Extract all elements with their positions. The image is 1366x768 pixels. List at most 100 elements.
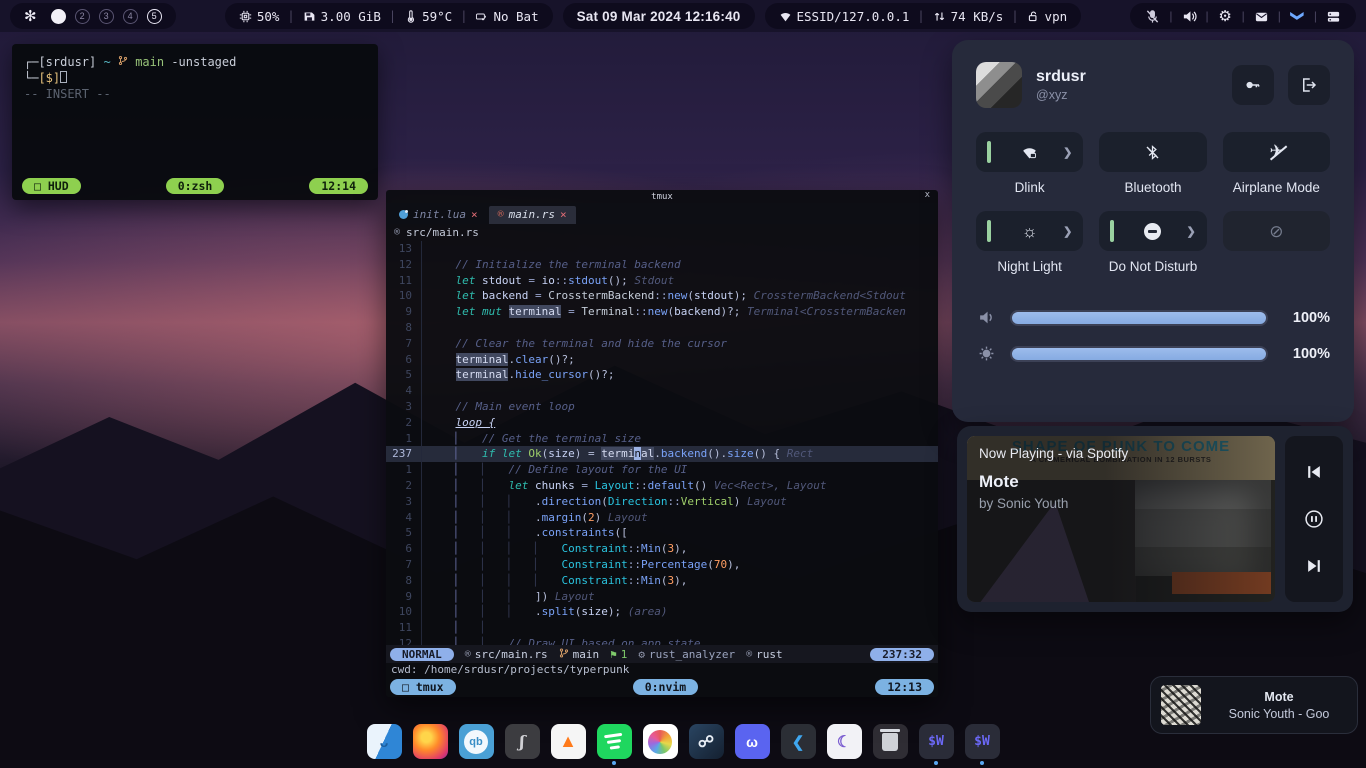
running-indicator [474, 761, 478, 765]
editor-window[interactable]: tmux x init.lua×®main.rs× ® src/main.rs … [386, 190, 938, 697]
lua-icon [399, 210, 408, 219]
spotify-icon[interactable] [597, 724, 632, 759]
pause-icon [1304, 509, 1324, 529]
chevron-down-icon[interactable]: ❯ [1289, 8, 1306, 25]
active-indicator-bar [1110, 220, 1114, 242]
buffer-tab-init.lua[interactable]: init.lua× [390, 206, 487, 224]
qbittorrent-icon[interactable]: qb [459, 724, 494, 759]
tab-close-icon[interactable]: × [471, 208, 478, 221]
circle-slash-icon: ⊘ [1269, 223, 1283, 240]
control-center-panel: srdusr @xyz ❯DlinkBluetooth✈Airplane Mod… [952, 40, 1354, 422]
vpn-stat[interactable]: vpn [1027, 9, 1068, 24]
workspace-indicator-1[interactable] [51, 9, 66, 24]
quick-toggle-night-light: ☼❯Night Light [976, 211, 1083, 276]
quick-toggle-airplane-mode: ✈Airplane Mode [1223, 132, 1330, 197]
statusline-lsp: ⚙rust_analyzer [638, 648, 735, 661]
workspace-indicator-4[interactable]: 4 [123, 9, 138, 24]
tmux-window-pill[interactable]: 0:nvim [633, 679, 699, 695]
tmux-session-pill[interactable]: □ tmux [390, 679, 456, 695]
blank-toggle-button[interactable]: ⊘ [1223, 211, 1330, 251]
dock-item-firefox [413, 724, 448, 765]
temperature-stat: 59°C [404, 9, 452, 24]
previous-track-button[interactable] [1304, 462, 1324, 482]
buffer-tab-main.rs[interactable]: ®main.rs× [489, 206, 576, 224]
code-line: 3 // Main event loop [386, 399, 938, 415]
code-line: 2 loop { [386, 415, 938, 431]
displays-icon[interactable] [1325, 8, 1342, 25]
airplane-mode-toggle-button[interactable]: ✈ [1223, 132, 1330, 172]
bluetooth-toggle-button[interactable] [1099, 132, 1206, 172]
statusline-branch: main [559, 648, 600, 661]
running-indicator [888, 761, 892, 765]
running-indicator [842, 761, 846, 765]
trash-icon[interactable] [873, 724, 908, 759]
lock-keys-button[interactable] [1232, 65, 1274, 105]
code-line: 237 ▏ if let Ok(size) = terminal.backend… [386, 446, 938, 462]
swirl-app-icon[interactable]: ʃ [505, 724, 540, 759]
notification-title: Mote [1211, 690, 1347, 704]
dock-item-trash [873, 724, 908, 765]
sw-terminal-1-icon[interactable]: $W [919, 724, 954, 759]
wifi-stat[interactable]: ESSID/127.0.0.1 [779, 9, 910, 24]
purple-music-app-icon[interactable]: ☾ [827, 724, 862, 759]
code-editor-area[interactable]: 1312 // Initialize the terminal backend1… [386, 241, 938, 645]
volume-icon [976, 309, 996, 326]
night-light-toggle-button[interactable]: ☼❯ [976, 211, 1083, 251]
toggle-label: Bluetooth [1124, 180, 1181, 197]
running-indicator [796, 761, 800, 765]
firefox-icon[interactable] [413, 724, 448, 759]
distro-logo-icon[interactable]: ✻ [24, 7, 37, 25]
steam-icon[interactable]: ☍ [689, 724, 724, 759]
vlc-icon[interactable]: ▲ [551, 724, 586, 759]
running-indicator [980, 761, 984, 765]
album-art[interactable]: SHAPE OF PUNK TO COME A CHIMERICAL BOMBI… [967, 436, 1275, 602]
discord-icon[interactable]: ω [735, 724, 770, 759]
workspace-indicator-3[interactable]: 3 [99, 9, 114, 24]
nvim-statusline: NORMAL ®src/main.rs main ⚑1 ⚙rust_analyz… [386, 645, 938, 663]
rust-icon: ® [498, 209, 504, 220]
quick-toggle-dlink: ❯Dlink [976, 132, 1083, 197]
minus-circle-icon [1144, 223, 1161, 240]
next-track-button[interactable] [1304, 556, 1324, 576]
cpu-icon [239, 10, 252, 23]
pause-button[interactable] [1304, 509, 1324, 529]
clock-group[interactable]: Sat 09 Mar 2024 12:16:40 [563, 3, 755, 29]
quick-toggle-blank: ⊘ [1223, 211, 1330, 276]
hud-terminal-window[interactable]: ┌─[srdusr] ~ main -unstaged └─[$] -- INS… [12, 44, 378, 200]
terminal-prompt-line1: ┌─[srdusr] ~ main -unstaged [24, 54, 366, 70]
workspace-indicator-5[interactable]: 5 [147, 9, 162, 24]
code-line: 12 ▏ ▏ // Draw UI based on app state [386, 636, 938, 645]
window-close-button[interactable]: x [925, 190, 930, 200]
vscode-icon[interactable]: ❮ [781, 724, 816, 759]
photos-icon[interactable] [643, 724, 678, 759]
dock-item-steam: ☍ [689, 724, 724, 765]
brightness-slider-row: 100% [976, 345, 1330, 362]
clock: Sat 09 Mar 2024 12:16:40 [577, 9, 741, 24]
file-manager-icon[interactable]: ᴗ [367, 724, 402, 759]
volume-icon[interactable] [1181, 8, 1198, 25]
track-title: Mote [979, 472, 1019, 492]
settings-gear-icon[interactable]: ⚙ [1217, 8, 1234, 25]
brightness-slider[interactable] [1010, 346, 1268, 362]
chevron-right-icon[interactable]: ❯ [1063, 146, 1072, 159]
workspace-indicator-2[interactable]: 2 [75, 9, 90, 24]
tmux-time-pill: 12:14 [309, 178, 368, 194]
sw-terminal-2-icon[interactable]: $W [965, 724, 1000, 759]
do-not-disturb-toggle-button[interactable]: ❯ [1099, 211, 1206, 251]
user-name: srdusr [1036, 68, 1086, 86]
chevron-right-icon[interactable]: ❯ [1063, 225, 1072, 238]
slider-value: 100% [1282, 346, 1330, 362]
mic-muted-icon[interactable] [1144, 8, 1161, 25]
git-branch-icon [118, 55, 128, 69]
tray-envelope-icon[interactable] [1253, 8, 1270, 25]
logout-icon [1300, 76, 1318, 94]
volume-slider[interactable] [1010, 310, 1268, 326]
tmux-window-pill[interactable]: 0:zsh [166, 178, 225, 194]
chevron-right-icon[interactable]: ❯ [1186, 225, 1195, 238]
tab-close-icon[interactable]: × [560, 208, 567, 221]
battery-stat: No Bat [475, 9, 538, 24]
logout-button[interactable] [1288, 65, 1330, 105]
tmux-session-pill[interactable]: □ HUD [22, 178, 81, 194]
dlink-toggle-button[interactable]: ❯ [976, 132, 1083, 172]
statusline-file: ®src/main.rs [465, 648, 548, 661]
